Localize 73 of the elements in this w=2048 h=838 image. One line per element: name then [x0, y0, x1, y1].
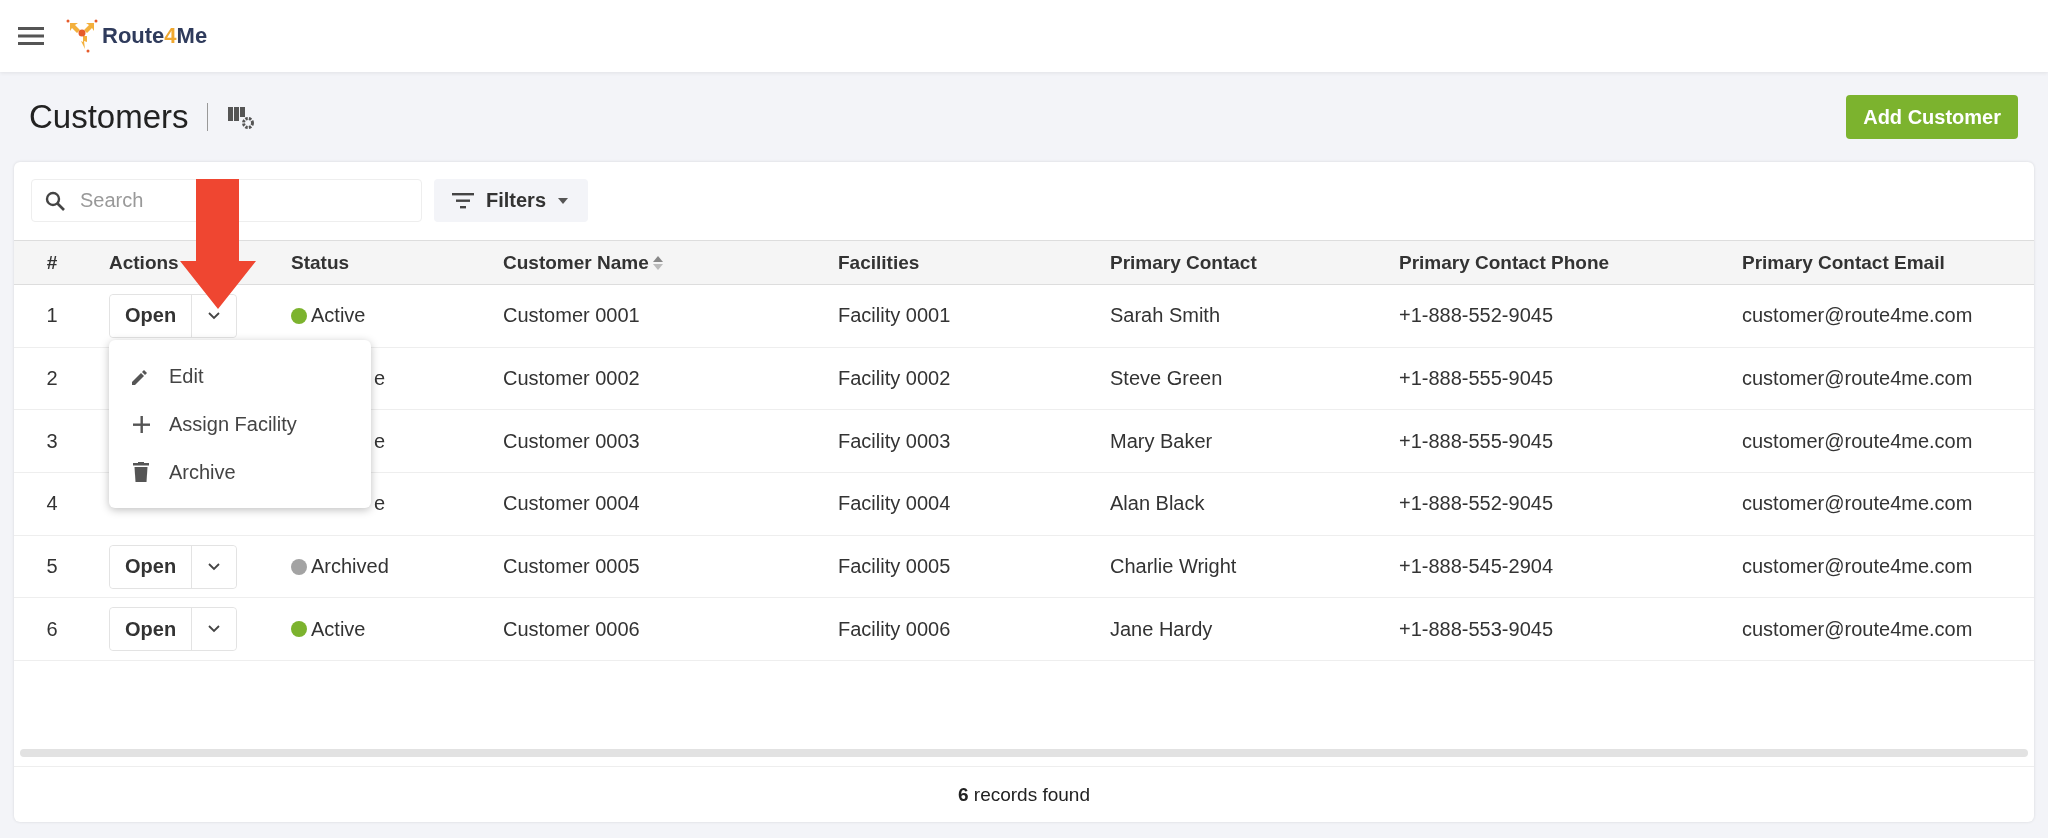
filters-button[interactable]: Filters: [434, 179, 589, 222]
facility-name: Facility 0004: [837, 492, 952, 516]
column-header[interactable]: Customer Name: [484, 251, 819, 274]
status-label: Archived: [311, 555, 389, 579]
page-title: Customers: [29, 98, 189, 136]
contact-name: Jane Hardy: [1109, 617, 1214, 641]
chevron-down-icon: [208, 625, 221, 634]
status-label: e: [372, 492, 385, 516]
column-header: #: [45, 251, 59, 274]
email-address: customer@route4me.com: [1741, 429, 1974, 453]
phone-number: +1-888-545-2904: [1398, 555, 1554, 579]
menu-icon[interactable]: [18, 27, 44, 45]
customer-name: Customer 0003: [502, 429, 641, 453]
menu-item[interactable]: Edit: [109, 352, 371, 400]
customer-name: Customer 0006: [502, 617, 641, 641]
column-header: Primary Contact Email: [1741, 251, 1946, 274]
menu-item[interactable]: Assign Facility: [109, 400, 371, 448]
logo-text: Route4Me: [102, 23, 208, 49]
email-address: customer@route4me.com: [1741, 304, 1974, 328]
row-number: 1: [45, 304, 59, 328]
row-number: 5: [45, 555, 59, 579]
column-header: Status: [290, 251, 351, 274]
sort-icon: [652, 255, 663, 270]
row-number: 2: [45, 367, 59, 391]
customer-name: Customer 0004: [502, 492, 641, 516]
caret-icon: [558, 197, 569, 204]
plus-icon: [132, 415, 150, 433]
email-address: customer@route4me.com: [1741, 492, 1974, 516]
chevron-down-icon: [208, 311, 221, 320]
contact-name: Steve Green: [1109, 367, 1224, 391]
dropdown-button[interactable]: [191, 294, 237, 337]
facility-name: Facility 0006: [837, 617, 952, 641]
column-settings-icon[interactable]: [227, 105, 254, 129]
phone-number: +1-888-552-9045: [1398, 492, 1554, 516]
facility-name: Facility 0005: [837, 555, 952, 579]
column-header: Primary Contact Phone: [1398, 251, 1611, 274]
facility-name: Facility 0001: [837, 304, 952, 328]
customer-name: Customer 0005: [502, 555, 641, 579]
email-address: customer@route4me.com: [1741, 617, 1974, 641]
row-number: 6: [45, 617, 59, 641]
scrollbar[interactable]: [20, 749, 2028, 757]
email-address: customer@route4me.com: [1741, 367, 1974, 391]
email-address: customer@route4me.com: [1741, 555, 1974, 579]
filter-icon: [452, 192, 474, 209]
logo-icon: [66, 19, 98, 53]
customer-name: Customer 0002: [502, 367, 641, 391]
status-label: Active: [311, 304, 366, 328]
facility-name: Facility 0003: [837, 429, 952, 453]
phone-number: +1-888-553-9045: [1398, 617, 1554, 641]
column-header: Facilities: [837, 251, 921, 274]
row-number: 3: [45, 429, 59, 453]
phone-number: +1-888-555-9045: [1398, 429, 1554, 453]
menu-item[interactable]: Archive: [109, 448, 371, 496]
customer-name: Customer 0001: [502, 304, 641, 328]
contact-name: Sarah Smith: [1109, 304, 1222, 328]
column-header: Actions: [108, 251, 180, 274]
phone-number: +1-888-552-9045: [1398, 304, 1554, 328]
contact-name: Charlie Wright: [1109, 555, 1238, 579]
status-label: e: [372, 367, 385, 391]
trash-icon: [133, 462, 149, 482]
facility-name: Facility 0002: [837, 367, 952, 391]
chevron-down-icon: [208, 562, 221, 571]
logo[interactable]: Route4Me: [66, 19, 208, 53]
contact-name: Alan Black: [1109, 492, 1206, 516]
records-count: 6 records found: [957, 783, 1090, 806]
phone-number: +1-888-555-9045: [1398, 367, 1554, 391]
search-icon: [45, 191, 65, 211]
contact-name: Mary Baker: [1109, 429, 1214, 453]
row-number: 4: [45, 492, 59, 516]
status-label: e: [372, 429, 385, 453]
pencil-icon: [132, 367, 150, 385]
status-label: Active: [311, 617, 366, 641]
column-header: Primary Contact: [1109, 251, 1258, 274]
